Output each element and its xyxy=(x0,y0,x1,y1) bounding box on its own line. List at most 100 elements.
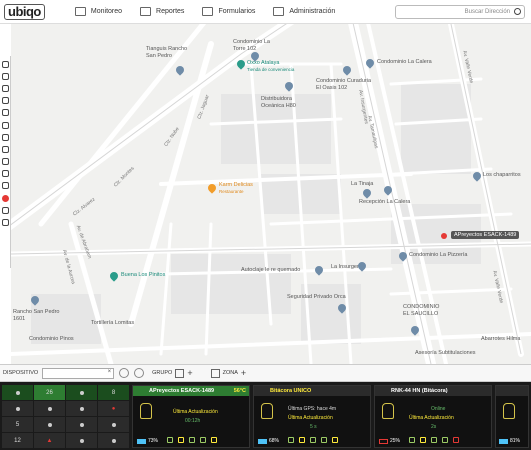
battery-icon xyxy=(79,406,84,411)
nav-monitoreo[interactable]: Monitoreo xyxy=(74,7,122,16)
summary-cell[interactable] xyxy=(66,417,97,432)
pin-tool-icon[interactable] xyxy=(1,109,9,117)
poi-label[interactable]: Rancho San Pedro 1601 xyxy=(13,309,61,322)
poi-label[interactable]: Seguridad Privado Orca xyxy=(287,294,346,301)
layers-icon[interactable] xyxy=(1,84,9,92)
pencil-icon[interactable] xyxy=(1,121,9,129)
power-icon[interactable] xyxy=(332,437,338,443)
search-icon[interactable] xyxy=(514,8,521,15)
summary-cell[interactable] xyxy=(66,385,97,400)
summary-cell[interactable] xyxy=(34,417,65,432)
map-tools-sidebar xyxy=(0,56,11,268)
signal-icon[interactable] xyxy=(409,437,415,443)
device-card-title: APreyectos ESACK-1489 56°C xyxy=(133,386,249,396)
summary-cell[interactable]: ● xyxy=(98,401,129,416)
route-icon[interactable] xyxy=(1,72,9,80)
summary-cell[interactable]: 8 xyxy=(98,385,129,400)
summary-cell[interactable] xyxy=(66,401,97,416)
poi-label[interactable]: La Tinaja xyxy=(351,181,373,188)
device-card[interactable]: RNK-44 HN (Bitácora) Online Última Actua… xyxy=(374,385,492,448)
summary-cell[interactable]: 12 xyxy=(2,433,33,448)
gps-icon[interactable] xyxy=(299,437,305,443)
group-select-icon[interactable] xyxy=(175,368,185,378)
group-add-icon[interactable]: + xyxy=(187,368,192,378)
zone-select-icon[interactable] xyxy=(210,368,220,378)
shape-icon[interactable] xyxy=(1,133,9,141)
poi-label[interactable]: Condominio Pinos xyxy=(29,336,74,343)
alert-icon[interactable] xyxy=(1,194,9,202)
camera-icon[interactable] xyxy=(442,437,448,443)
poi-label[interactable]: Condominio Curaduria El Oasis 102 xyxy=(316,78,376,91)
poi-label[interactable]: Buena Los Pinitos xyxy=(121,272,165,279)
poi-label[interactable]: Condominio La Pizzería xyxy=(409,252,467,259)
device-card[interactable]: 81% xyxy=(495,385,529,448)
home-icon[interactable] xyxy=(1,219,9,227)
signal-icon[interactable] xyxy=(167,437,173,443)
summary-cell[interactable]: ▲ xyxy=(34,433,65,448)
group-filter[interactable]: GRUPO + xyxy=(152,368,193,378)
clear-icon[interactable]: × xyxy=(108,369,112,375)
phone-icon[interactable] xyxy=(1,97,9,105)
share-icon[interactable] xyxy=(1,182,9,190)
map-view[interactable]: Clz. Alvarez Clz. Montes Clz. Nube Clz. … xyxy=(11,24,531,364)
poi-label[interactable]: Condominio La Calera xyxy=(377,59,432,66)
list-icon[interactable] xyxy=(1,158,9,166)
summary-cell[interactable] xyxy=(98,433,129,448)
poi-label[interactable]: Tienda de conveniencia xyxy=(247,67,294,74)
poi-label[interactable]: CONDOMINIO EL SAUCILLO xyxy=(403,304,447,317)
gps-icon[interactable] xyxy=(420,437,426,443)
summary-cell[interactable]: 5 xyxy=(2,417,33,432)
filter-icon[interactable] xyxy=(134,368,145,378)
nav-formularios[interactable]: Formularios xyxy=(202,7,255,16)
battery-icon xyxy=(499,438,508,444)
poi-label[interactable]: Oxxo Atalaya xyxy=(247,60,279,67)
poi-label[interactable]: Abarrotes Hilma xyxy=(481,336,529,343)
info-icon[interactable] xyxy=(1,60,9,68)
search-placeholder: Buscar Dirección xyxy=(464,9,510,15)
device-card[interactable]: APreyectos ESACK-1489 56°C Última Actuali… xyxy=(132,385,250,448)
poi-label[interactable]: Karm Delicias xyxy=(219,182,253,189)
poi-label[interactable]: Tianguis Rancho San Pedro xyxy=(146,46,196,59)
poi-label[interactable]: Asesoría Subtitulaciones xyxy=(415,350,476,357)
clock-icon[interactable] xyxy=(1,170,9,178)
vehicle-marker[interactable] xyxy=(441,233,447,239)
poi-label[interactable]: Los chaparritos xyxy=(483,172,527,179)
device-card[interactable]: Bitácora UNICO Última GPS: hace 4m Últim… xyxy=(253,385,371,448)
camera-icon[interactable] xyxy=(321,437,327,443)
address-search-input[interactable]: Buscar Dirección xyxy=(395,5,525,19)
app-logo[interactable]: ubiqo xyxy=(4,3,45,20)
warning-icon[interactable] xyxy=(1,206,9,214)
summary-cell[interactable] xyxy=(2,385,33,400)
summary-cell[interactable] xyxy=(34,401,65,416)
summary-cell[interactable]: 26 xyxy=(34,385,65,400)
document-icon[interactable] xyxy=(1,145,9,153)
power-icon[interactable] xyxy=(453,437,459,443)
zone-filter[interactable]: ZONA + xyxy=(210,368,246,378)
poi-label[interactable]: Tortillería Lomitas xyxy=(91,320,134,327)
power-icon[interactable] xyxy=(211,437,217,443)
vehicle-label[interactable]: APreyectos ESACK-1489 xyxy=(451,231,520,239)
camera-icon[interactable] xyxy=(200,437,206,443)
summary-cell[interactable] xyxy=(66,433,97,448)
zone-add-icon[interactable]: + xyxy=(241,368,246,378)
nav-administracion[interactable]: Administración xyxy=(273,7,335,16)
refresh-icon[interactable] xyxy=(119,368,130,378)
poi-label[interactable]: Recepción La Calera xyxy=(359,199,410,206)
poi-label[interactable]: Autoclaje le re quemado xyxy=(241,267,300,274)
signal-icon[interactable] xyxy=(288,437,294,443)
device-filter-bar: DISPOSITIVO × GRUPO + ZONA + xyxy=(0,364,531,382)
monitor-icon xyxy=(74,7,86,16)
summary-cell[interactable] xyxy=(98,417,129,432)
message-icon[interactable] xyxy=(310,437,316,443)
nav-reportes[interactable]: Reportes xyxy=(140,7,184,16)
device-search-input[interactable]: × xyxy=(42,367,115,379)
message-icon[interactable] xyxy=(431,437,437,443)
poi-label[interactable]: Restaurante xyxy=(219,189,244,196)
poi-label[interactable]: Distribuidora Oceánica H80 xyxy=(261,96,311,109)
folder-icon xyxy=(273,7,285,16)
gps-icon[interactable] xyxy=(178,437,184,443)
summary-cell[interactable] xyxy=(2,401,33,416)
poi-label[interactable]: Condominio La Torre 102 xyxy=(233,39,283,52)
message-icon[interactable] xyxy=(189,437,195,443)
nav-administracion-label: Administración xyxy=(289,8,336,15)
